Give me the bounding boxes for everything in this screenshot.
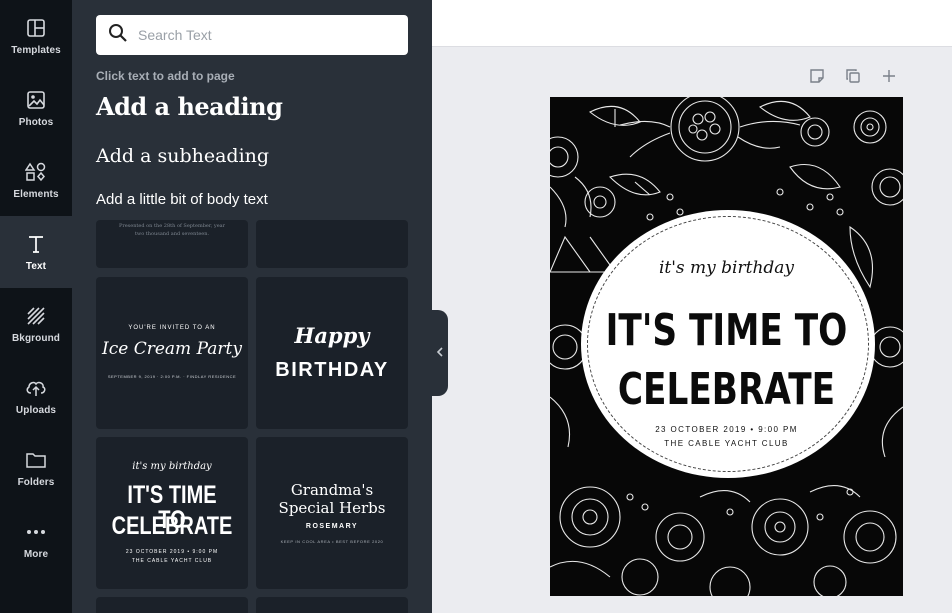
sidebar-item-label: Templates: [11, 44, 61, 56]
sidebar-item-label: Uploads: [15, 404, 57, 416]
tile-text: YOU'RE INVITED TO AN: [128, 325, 216, 331]
panel-hint: Click text to add to page: [96, 69, 235, 83]
tile-script: Happy: [294, 323, 370, 348]
sidebar-item-label: Bkground: [11, 332, 61, 344]
text-template-ice-cream-party[interactable]: YOU'RE INVITED TO AN Ice Cream Party SEP…: [96, 277, 248, 429]
text-template-happy-birthday[interactable]: Happy BIRTHDAY: [256, 277, 408, 429]
tile-text: SEPTEMBER 9, 2019 · 2:00 P.M. · FINDLAY …: [107, 374, 237, 379]
text-template-tile[interactable]: Presented on the 28th of September, year…: [96, 220, 248, 268]
sidebar-item-label: Text: [25, 260, 47, 272]
search-input[interactable]: [138, 27, 398, 43]
add-subheading-button[interactable]: Add a subheading: [96, 145, 269, 167]
tile-text: THE CABLE YACHT CLUB: [131, 558, 213, 564]
tile-text: 23 OCTOBER 2019 • 9:00 PM: [125, 549, 219, 555]
sidebar-item-label: Folders: [17, 476, 55, 488]
design-heading-line2[interactable]: CELEBRATE: [589, 368, 864, 412]
tile-title: BIRTHDAY: [275, 359, 389, 381]
notes-button[interactable]: [807, 68, 827, 88]
sidebar-item-label: Photos: [18, 116, 54, 128]
elements-icon: [25, 161, 47, 183]
text-template-celebrate[interactable]: it's my birthday IT'S TIME TO CELEBRATE …: [96, 437, 248, 589]
tile-text: Presented on the 28th of September, year…: [118, 223, 226, 237]
tile-title: Grandma's: [290, 481, 374, 499]
text-icon: [25, 233, 47, 255]
photos-icon: [25, 89, 47, 111]
sidebar-item-templates[interactable]: Templates: [0, 0, 72, 72]
add-heading-button[interactable]: Add a heading: [96, 92, 283, 121]
design-heading-line1[interactable]: IT'S TIME TO: [589, 309, 864, 353]
design-script-text[interactable]: it's my birthday: [550, 258, 903, 278]
page-tools: [807, 68, 899, 88]
sidebar-item-text[interactable]: Text: [0, 216, 72, 288]
background-icon: [25, 305, 47, 327]
tile-script: Ice Cream Party: [102, 339, 242, 359]
note-icon: [809, 68, 825, 89]
tile-title: Special Herbs: [278, 499, 386, 517]
sidebar-item-elements[interactable]: Elements: [0, 144, 72, 216]
add-page-button[interactable]: [879, 68, 899, 88]
collapse-panel-button[interactable]: [432, 310, 448, 396]
tile-script: it's my birthday: [132, 461, 212, 472]
editor-top-bar: [432, 0, 952, 47]
tile-title: CELEBRATE: [111, 512, 233, 540]
tile-text: KEEP IN COOL AREA • BEST BEFORE 2020: [280, 539, 384, 544]
text-template-grandmas-herbs[interactable]: Grandma's Special Herbs ROSEMARY KEEP IN…: [256, 437, 408, 589]
sidebar-item-more[interactable]: More: [0, 504, 72, 576]
tile-text: ROSEMARY: [305, 523, 359, 530]
sidebar-item-label: More: [23, 548, 49, 560]
folders-icon: [25, 449, 47, 471]
design-date-text[interactable]: 23 OCTOBER 2019 • 9:00 PM: [550, 425, 903, 434]
sidebar-item-photos[interactable]: Photos: [0, 72, 72, 144]
search-icon: [108, 23, 128, 48]
add-body-text-button[interactable]: Add a little bit of body text: [96, 191, 268, 208]
sidebar-item-label: Elements: [13, 188, 59, 200]
copy-icon: [845, 68, 861, 89]
more-icon: [25, 521, 47, 543]
text-template-tile[interactable]: [256, 597, 408, 613]
design-venue-text[interactable]: THE CABLE YACHT CLUB: [550, 439, 903, 448]
sidebar-item-uploads[interactable]: Uploads: [0, 360, 72, 432]
duplicate-page-button[interactable]: [843, 68, 863, 88]
templates-icon: [25, 17, 47, 39]
text-template-tile[interactable]: [256, 220, 408, 268]
plus-icon: [882, 69, 896, 88]
sidebar-item-folders[interactable]: Folders: [0, 432, 72, 504]
uploads-icon: [25, 377, 47, 399]
chevron-left-icon: [436, 346, 444, 360]
text-template-tile[interactable]: [96, 597, 248, 613]
text-panel: Click text to add to page Add a heading …: [72, 0, 432, 613]
sidebar-rail: Templates Photos Elements Text Bkground …: [0, 0, 72, 613]
search-box[interactable]: [96, 15, 408, 55]
design-canvas-page[interactable]: it's my birthday IT'S TIME TO CELEBRATE …: [550, 97, 903, 596]
sidebar-item-background[interactable]: Bkground: [0, 288, 72, 360]
